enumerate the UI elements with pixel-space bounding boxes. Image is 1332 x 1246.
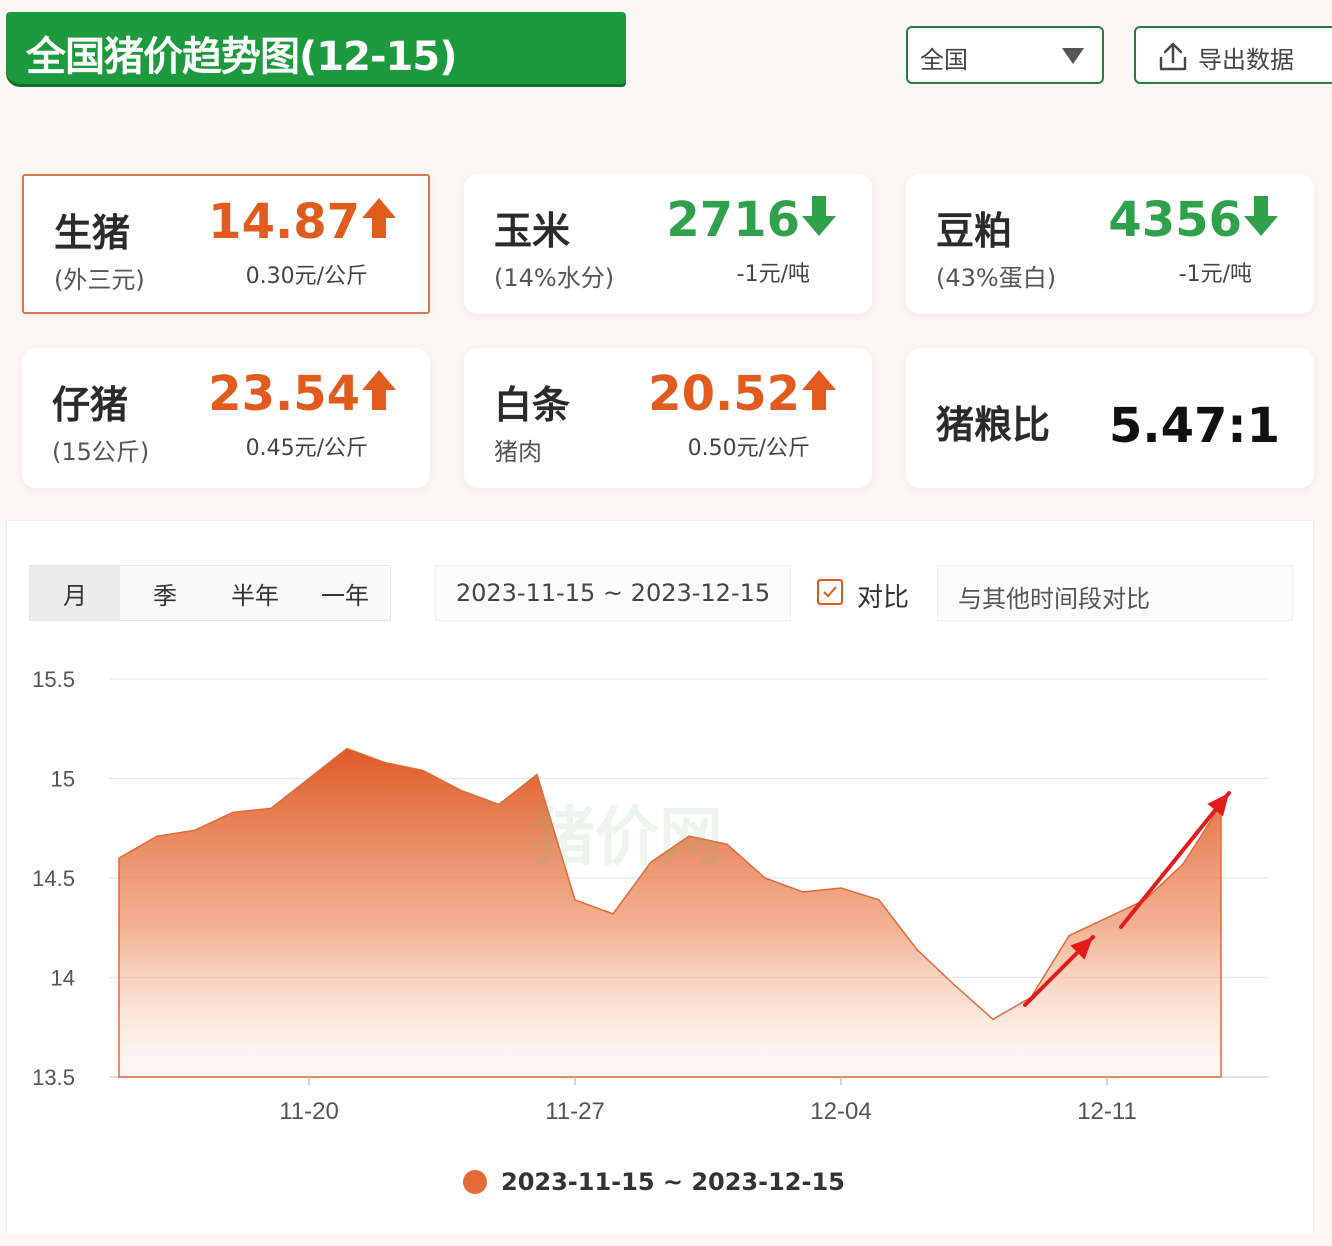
region-select-value: 全国 — [920, 46, 968, 74]
card-name: 仔猪 — [52, 383, 129, 427]
card-price: 4356 — [1108, 192, 1242, 248]
card-pork-carcass[interactable]: 白条 猪肉 20.52 0.50元/公斤 — [464, 348, 872, 488]
arrow-up-icon — [362, 198, 396, 238]
card-change: -1元/吨 — [736, 262, 810, 287]
card-piglet[interactable]: 仔猪 (15公斤) 23.54 0.45元/公斤 — [22, 348, 430, 488]
card-subtitle: (14%水分) — [494, 264, 615, 292]
y-tick-label: 15 — [51, 767, 75, 792]
page-title: 全国猪价趋势图(12-15) — [26, 34, 457, 80]
card-name: 猪粮比 — [936, 403, 1051, 447]
card-subtitle: (43%蛋白) — [936, 264, 1057, 292]
card-price: 14.87 — [208, 194, 360, 250]
caret-down-icon — [1062, 48, 1084, 64]
y-tick-label: 15.5 — [32, 667, 75, 692]
chart-panel: 月 季 半年 一年 2023-11-15 ~ 2023-12-15 对比 与其他… — [6, 520, 1314, 1236]
card-subtitle: (外三元) — [54, 266, 145, 294]
card-name: 生猪 — [54, 211, 131, 255]
card-change: -1元/吨 — [1178, 262, 1252, 287]
x-tick-label: 12-04 — [810, 1098, 871, 1125]
card-change: 0.50元/公斤 — [687, 436, 810, 461]
card-price: 20.52 — [648, 366, 800, 422]
arrow-down-icon — [1244, 196, 1278, 236]
card-corn[interactable]: 玉米 (14%水分) 2716 -1元/吨 — [464, 174, 872, 314]
card-name: 玉米 — [494, 209, 571, 253]
y-tick-label: 14 — [51, 966, 75, 991]
region-select[interactable]: 全国 — [906, 26, 1104, 84]
export-data-button[interactable]: 导出数据 — [1134, 26, 1332, 84]
arrow-down-icon — [802, 196, 836, 236]
card-change: 0.45元/公斤 — [245, 436, 368, 461]
card-soybean-meal[interactable]: 豆粕 (43%蛋白) 4356 -1元/吨 — [906, 174, 1314, 314]
card-live-hog[interactable]: 生猪 (外三元) 14.87 0.30元/公斤 — [22, 174, 430, 314]
card-ratio: 5.47:1 — [1108, 398, 1280, 454]
card-price: 2716 — [666, 192, 800, 248]
title-banner: 全国猪价趋势图(12-15) — [6, 12, 626, 84]
arrow-up-icon — [362, 370, 396, 410]
card-subtitle: 猪肉 — [494, 438, 542, 466]
legend-swatch — [463, 1170, 487, 1194]
chart-legend[interactable]: 2023-11-15 ~ 2023-12-15 — [463, 1165, 845, 1199]
card-price: 23.54 — [208, 366, 360, 422]
upload-icon — [1159, 42, 1187, 71]
arrow-up-icon — [802, 370, 836, 410]
x-tick-label: 11-20 — [279, 1098, 339, 1125]
y-tick-label: 14.5 — [32, 866, 75, 891]
card-subtitle: (15公斤) — [52, 438, 150, 466]
watermark: 猪价网 — [531, 801, 723, 873]
price-trend-chart: 猪价网 13.5 14 14.5 15 15.5 11-20 11-27 12-04 12-11 — [32, 667, 1269, 1125]
x-tick-label: 11-27 — [545, 1098, 605, 1125]
y-tick-label: 13.5 — [32, 1065, 75, 1090]
card-name: 白条 — [494, 383, 571, 427]
export-data-label: 导出数据 — [1198, 46, 1294, 74]
series-area — [118, 747, 1222, 1078]
card-change: 0.30元/公斤 — [245, 264, 368, 289]
card-name: 豆粕 — [936, 209, 1013, 253]
x-tick-label: 12-11 — [1077, 1098, 1137, 1125]
card-hog-grain-ratio[interactable]: 猪粮比 5.47:1 — [906, 348, 1314, 488]
legend-label: 2023-11-15 ~ 2023-12-15 — [501, 1168, 845, 1196]
